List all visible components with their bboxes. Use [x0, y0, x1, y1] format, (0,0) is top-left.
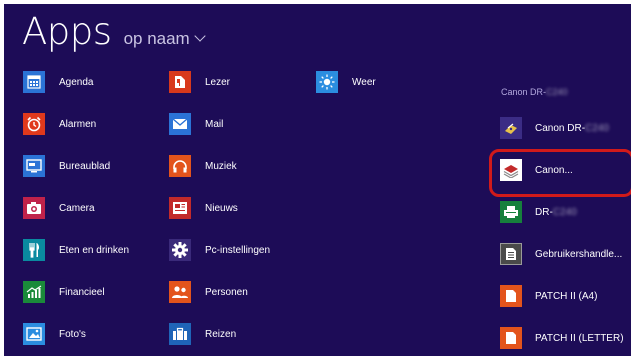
- page-title: Apps: [22, 10, 112, 53]
- sun-icon: [316, 71, 338, 93]
- pdf-document-icon: [500, 327, 522, 349]
- chevron-down-icon[interactable]: [194, 30, 206, 42]
- app-tile-personen[interactable]: Personen: [169, 280, 248, 304]
- app-tile-patch-letter[interactable]: PATCH II (LETTER): [500, 326, 624, 350]
- app-label: Nieuws: [205, 202, 238, 214]
- app-label: Gebruikershandle...: [535, 248, 623, 260]
- selection-highlight: [489, 149, 631, 197]
- sort-dropdown-label[interactable]: op naam: [124, 29, 190, 49]
- app-tile-nieuws[interactable]: Nieuws: [169, 196, 238, 220]
- app-label: DR-C240: [535, 206, 577, 218]
- canon-driver-icon: [500, 117, 522, 139]
- start-screen-apps-view: Apps op naam Agenda Alarmen Bureaublad C…: [4, 4, 631, 356]
- news-icon: [169, 197, 191, 219]
- app-label: Lezer: [205, 76, 231, 88]
- app-label: Eten en drinken: [59, 244, 130, 256]
- pdf-document-icon: [500, 285, 522, 307]
- app-label: PATCH II (LETTER): [535, 332, 624, 344]
- app-label: Bureaublad: [59, 160, 111, 172]
- app-tile-camera[interactable]: Camera: [23, 196, 95, 220]
- desktop-icon: [23, 155, 45, 177]
- suitcase-icon: [169, 323, 191, 345]
- app-label: Mail: [205, 118, 224, 130]
- app-tile-bureaublad[interactable]: Bureaublad: [23, 154, 110, 178]
- app-tile-lezer[interactable]: Lezer: [169, 70, 230, 94]
- app-tile-financieel[interactable]: Financieel: [23, 280, 105, 304]
- manual-document-icon: [500, 243, 522, 265]
- calendar-icon: [23, 71, 45, 93]
- app-label: Muziek: [205, 160, 237, 172]
- app-tile-gebruikershandleiding[interactable]: Gebruikershandle...: [500, 242, 622, 266]
- app-tile-reizen[interactable]: Reizen: [169, 322, 236, 346]
- food-icon: [23, 239, 45, 261]
- app-tile-pc-instellingen[interactable]: Pc-instellingen: [169, 238, 270, 262]
- app-tile-mail[interactable]: Mail: [169, 112, 223, 136]
- app-tile-alarmen[interactable]: Alarmen: [23, 112, 96, 136]
- mail-icon: [169, 113, 191, 135]
- app-label: Pc-instellingen: [205, 244, 271, 256]
- app-label: Foto's: [59, 328, 86, 340]
- app-tile-patch-a4[interactable]: PATCH II (A4): [500, 284, 597, 308]
- app-label: Reizen: [205, 328, 237, 340]
- finance-chart-icon: [23, 281, 45, 303]
- gear-icon: [169, 239, 191, 261]
- app-label: Weer: [352, 76, 376, 88]
- people-icon: [169, 281, 191, 303]
- app-group-header: Canon DR-C240: [501, 87, 568, 97]
- photos-icon: [23, 323, 45, 345]
- scanner-icon: [500, 201, 522, 223]
- app-tile-eten-en-drinken[interactable]: Eten en drinken: [23, 238, 129, 262]
- app-tile-dr[interactable]: DR-C240: [500, 200, 577, 224]
- reader-icon: [169, 71, 191, 93]
- app-label: Camera: [59, 202, 95, 214]
- app-tile-agenda[interactable]: Agenda: [23, 70, 93, 94]
- app-tile-canon-dr[interactable]: Canon DR-C240: [500, 116, 609, 140]
- app-label: Financieel: [59, 286, 105, 298]
- app-tile-fotos[interactable]: Foto's: [23, 322, 86, 346]
- camera-icon: [23, 197, 45, 219]
- app-tile-weer[interactable]: Weer: [316, 70, 376, 94]
- app-label: Alarmen: [59, 118, 97, 130]
- app-tile-muziek[interactable]: Muziek: [169, 154, 237, 178]
- apps-header: Apps op naam: [22, 10, 206, 60]
- app-label: PATCH II (A4): [535, 290, 598, 302]
- app-label: Canon DR-C240: [535, 122, 609, 134]
- app-label: Agenda: [59, 76, 94, 88]
- app-label: Personen: [205, 286, 248, 298]
- alarm-clock-icon: [23, 113, 45, 135]
- headphones-icon: [169, 155, 191, 177]
